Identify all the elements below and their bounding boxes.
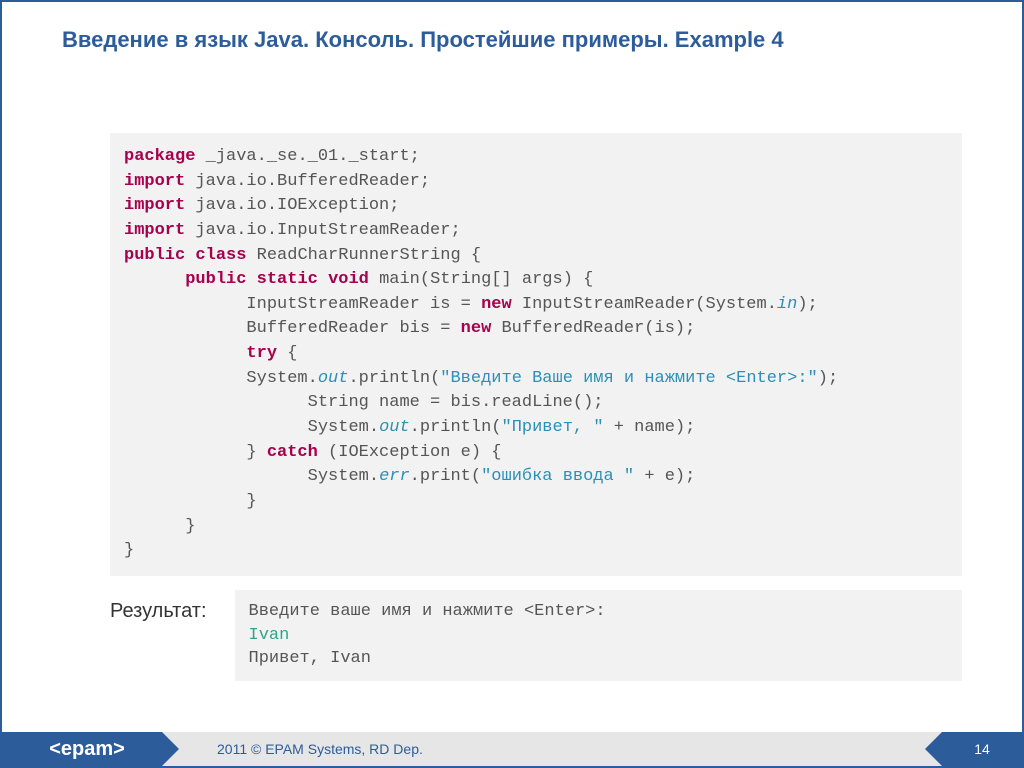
- epam-logo: <epam>: [2, 732, 162, 766]
- result-label: Результат:: [110, 590, 207, 623]
- result-output: Введите ваше имя и нажмите <Enter>: Ivan…: [235, 590, 962, 681]
- code-block: package _java._se._01._start; import jav…: [110, 133, 962, 576]
- footer: <epam> 2011 © EPAM Systems, RD Dep. 14: [2, 732, 1022, 766]
- page-number: 14: [942, 732, 1022, 766]
- result-row: Результат: Введите ваше имя и нажмите <E…: [110, 590, 962, 681]
- slide-title: Введение в язык Java. Консоль. Простейши…: [2, 2, 1022, 53]
- footer-copyright: 2011 © EPAM Systems, RD Dep.: [162, 732, 942, 766]
